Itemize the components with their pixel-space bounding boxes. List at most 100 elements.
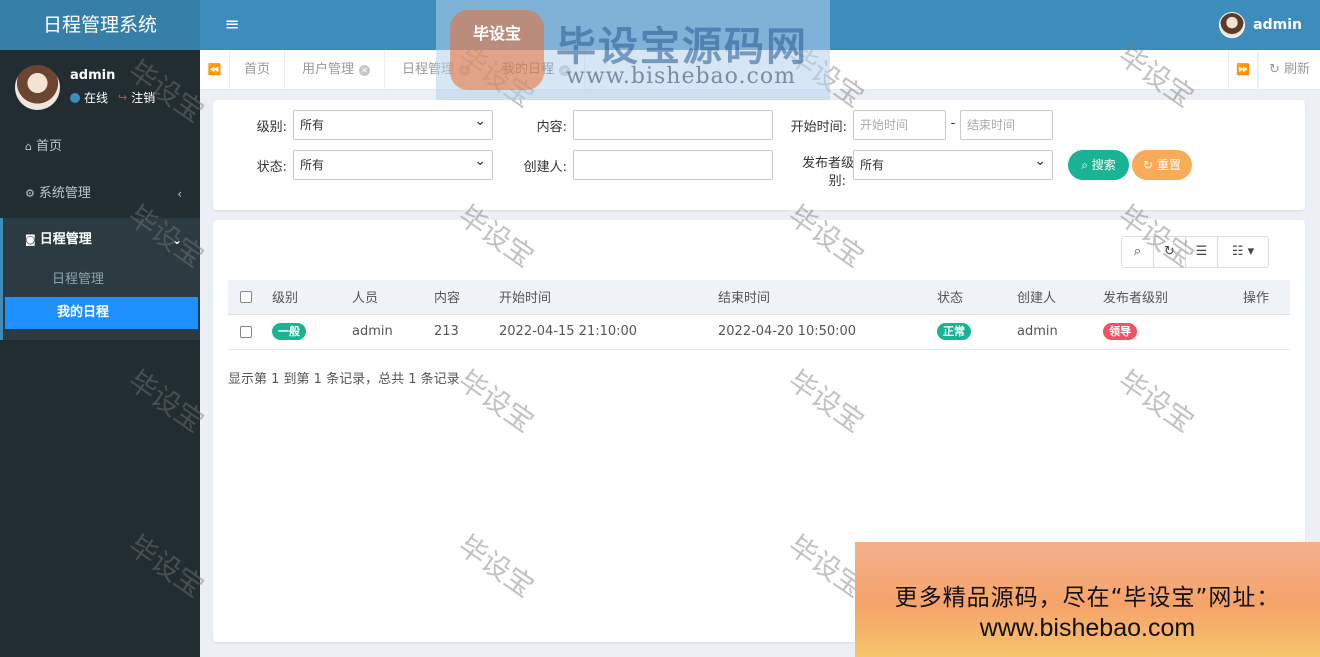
logout-link[interactable]: 注销 bbox=[131, 89, 155, 106]
sidebar-item-schedule[interactable]: ◙ 日程管理 ⌄ bbox=[0, 218, 200, 262]
ad-line-1: 更多精品源码，尽在“毕设宝”网址： bbox=[894, 585, 1281, 611]
sidebar-subitem-my-schedule[interactable]: 我的日程 bbox=[5, 297, 198, 329]
user-panel: admin 在线 ↪ 注销 bbox=[15, 65, 195, 115]
avatar bbox=[15, 65, 60, 110]
level-select[interactable]: 所有 bbox=[293, 107, 493, 140]
toggle-search-icon[interactable]: ⌕ bbox=[1122, 237, 1154, 267]
tabs-scroll-left-icon[interactable]: ⏪ bbox=[200, 50, 230, 90]
user-panel-name: admin bbox=[70, 68, 116, 83]
actions-cell bbox=[1231, 314, 1290, 350]
sidebar-item-label: 首页 bbox=[35, 139, 62, 154]
refresh-icon: ↻ bbox=[1143, 158, 1154, 172]
status-cell: 正常 bbox=[925, 314, 1005, 350]
sidebar-item-home[interactable]: ⌂ 首页 bbox=[0, 125, 200, 169]
row-checkbox[interactable] bbox=[240, 325, 252, 338]
end-time-cell: 2022-04-20 10:50:00 bbox=[706, 314, 925, 350]
publisher-level-badge: 领导 bbox=[1103, 323, 1137, 340]
top-user-menu[interactable]: admin bbox=[1219, 12, 1302, 38]
tab-label: 日程管理 bbox=[402, 62, 455, 77]
col-header[interactable]: 人员 bbox=[340, 280, 422, 315]
tab-my-schedule[interactable]: 我的日程 ✕ bbox=[488, 50, 586, 90]
table-row[interactable]: 一般 admin 213 2022-04-15 21:10:00 2022-04… bbox=[228, 314, 1290, 350]
status-badge: 正常 bbox=[937, 323, 971, 340]
sidebar-subitem-schedule-manage[interactable]: 日程管理 bbox=[0, 264, 193, 296]
refresh-label: 刷新 bbox=[1284, 62, 1311, 77]
pagination-info: 显示第 1 到第 1 条记录，总共 1 条记录 bbox=[228, 372, 460, 387]
user-status: 在线 ↪ 注销 bbox=[70, 89, 155, 106]
gear-icon: ⚙ bbox=[25, 187, 35, 200]
tabs-scroll-right-icon[interactable]: ⏩ bbox=[1228, 50, 1258, 90]
col-header[interactable]: 状态 bbox=[925, 280, 1005, 315]
table-toolbar: ⌕ ↻ ☰ ☷ ▾ bbox=[1121, 236, 1269, 268]
end-time-input[interactable]: 结束时间 bbox=[960, 110, 1053, 140]
level-label: 级别: bbox=[256, 120, 287, 135]
app-logo-title[interactable]: 日程管理系统 bbox=[0, 0, 200, 50]
search-panel: 级别: 所有 内容: 开始时间: 开始时间 - 结束时间 状态: 所有 创建人:… bbox=[213, 100, 1305, 210]
publisher-level-label-line2: 别: bbox=[828, 174, 846, 189]
publisher-level-cell: 领导 bbox=[1091, 314, 1231, 350]
col-header[interactable]: 发布者级别 bbox=[1091, 280, 1231, 315]
refresh-table-icon[interactable]: ↻ bbox=[1154, 237, 1186, 267]
online-label: 在线 bbox=[84, 91, 109, 105]
status-select[interactable]: 所有 bbox=[293, 147, 493, 180]
sidebar-item-system[interactable]: ⚙ 系统管理 ‹ bbox=[0, 172, 200, 216]
content-cell: 213 bbox=[422, 314, 487, 350]
tab-label: 我的日程 bbox=[502, 62, 555, 77]
sidebar: admin 在线 ↪ 注销 ⌂ 首页 ⚙ 系统管理 ‹ ◙ 日程管理 ⌄ 日程管理 我… bbox=[0, 50, 200, 657]
avatar bbox=[1219, 12, 1246, 38]
logout-icon[interactable]: ↪ bbox=[118, 91, 127, 104]
ad-banner[interactable]: 更多精品源码，尽在“毕设宝”网址： www.bishebao.com bbox=[855, 542, 1320, 657]
select-all-cell bbox=[228, 280, 260, 315]
top-user-name: admin bbox=[1253, 17, 1302, 33]
col-header[interactable]: 创建人 bbox=[1005, 280, 1091, 315]
tab-user-manage[interactable]: 用户管理 ✕ bbox=[288, 50, 386, 90]
col-header[interactable]: 结束时间 bbox=[706, 280, 925, 315]
publisher-level-label-line1: 发布者级 bbox=[801, 156, 854, 171]
row-select-cell bbox=[228, 314, 260, 350]
level-badge: 一般 bbox=[272, 323, 306, 340]
binoculars-icon: ◙ bbox=[25, 233, 36, 246]
creator-input[interactable] bbox=[573, 150, 773, 180]
content-label: 内容: bbox=[536, 120, 567, 135]
top-navbar: ≡ admin bbox=[200, 0, 1320, 50]
start-time-input[interactable]: 开始时间 bbox=[853, 110, 946, 140]
close-icon[interactable]: ✕ bbox=[359, 65, 371, 76]
status-label: 状态: bbox=[256, 160, 287, 175]
search-icon: ⌕ bbox=[1081, 158, 1088, 172]
columns-grid-icon[interactable]: ☷ ▾ bbox=[1218, 237, 1268, 267]
col-header[interactable]: 内容 bbox=[422, 280, 487, 315]
tab-schedule-manage[interactable]: 日程管理 ✕ bbox=[388, 50, 486, 90]
ad-line-2: www.bishebao.com bbox=[979, 614, 1196, 642]
sidebar-item-label: 日程管理 bbox=[39, 232, 92, 247]
tab-label: 首页 bbox=[244, 62, 271, 77]
tabs-bar: ⏪ 首页 用户管理 ✕ 日程管理 ✕ 我的日程 ✕ ⏩ ↻ 刷新 bbox=[200, 50, 1320, 90]
online-dot-icon bbox=[70, 92, 80, 103]
chevron-down-icon: ⌄ bbox=[171, 233, 182, 247]
close-icon[interactable]: ✕ bbox=[459, 65, 471, 76]
schedule-table: 级别 人员 内容 开始时间 结束时间 状态 创建人 发布者级别 操作 一般 ad… bbox=[228, 280, 1290, 350]
tab-label: 用户管理 bbox=[302, 62, 355, 77]
start-time-cell: 2022-04-15 21:10:00 bbox=[487, 314, 706, 350]
col-header[interactable]: 级别 bbox=[260, 280, 340, 315]
reset-button-label: 重置 bbox=[1156, 158, 1181, 172]
search-button[interactable]: ⌕ 搜索 bbox=[1068, 150, 1129, 180]
col-header[interactable]: 开始时间 bbox=[487, 280, 706, 315]
chevron-left-icon: ‹ bbox=[177, 187, 182, 201]
start-time-label: 开始时间: bbox=[790, 120, 847, 135]
sidebar-group-schedule: ◙ 日程管理 ⌄ 日程管理 我的日程 bbox=[0, 218, 200, 340]
col-header: 操作 bbox=[1231, 280, 1290, 315]
refresh-button[interactable]: ↻ 刷新 bbox=[1258, 50, 1320, 90]
toggle-view-icon[interactable]: ☰ bbox=[1186, 237, 1218, 267]
publisher-level-select[interactable]: 所有 bbox=[853, 147, 1053, 180]
select-all-checkbox[interactable] bbox=[240, 290, 252, 303]
tab-home[interactable]: 首页 bbox=[230, 50, 286, 90]
search-button-label: 搜索 bbox=[1091, 158, 1116, 172]
publisher-level-label: 发布者级 别: bbox=[779, 155, 854, 191]
creator-label: 创建人: bbox=[523, 160, 567, 175]
reset-button[interactable]: ↻ 重置 bbox=[1132, 150, 1192, 180]
menu-toggle-icon[interactable]: ≡ bbox=[218, 14, 246, 36]
close-icon[interactable]: ✕ bbox=[559, 65, 571, 76]
range-separator: - bbox=[950, 116, 956, 131]
content-input[interactable] bbox=[573, 110, 773, 140]
creator-cell: admin bbox=[1005, 314, 1091, 350]
